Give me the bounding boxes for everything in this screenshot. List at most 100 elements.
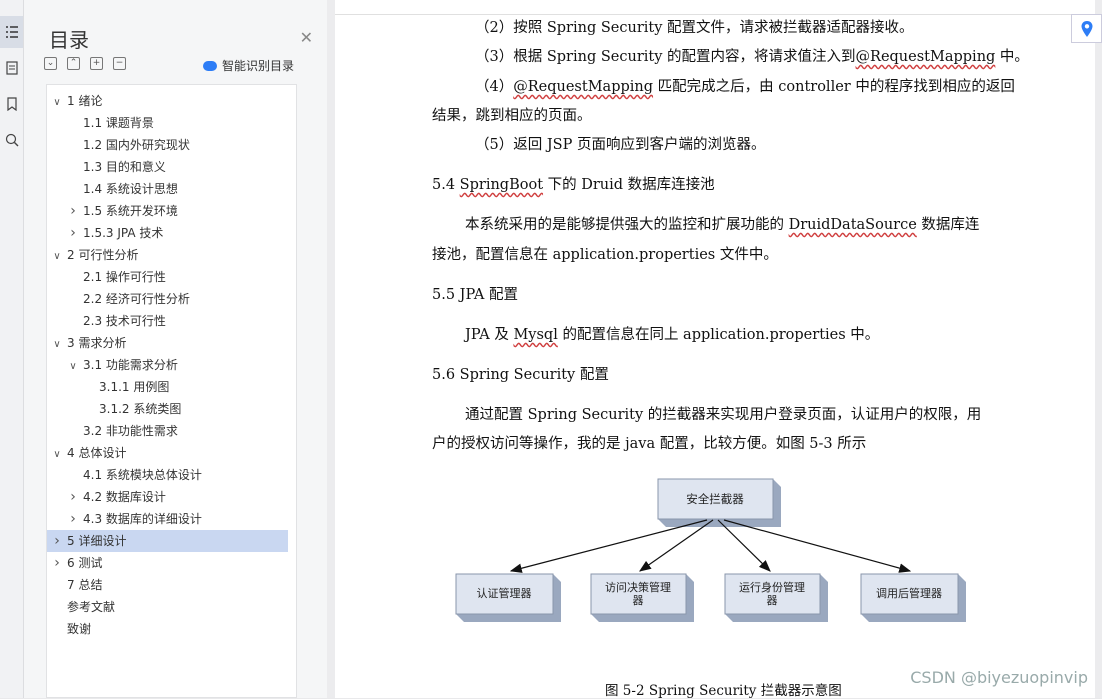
- toc-item-label: 2.3 技术可行性: [83, 314, 166, 328]
- expand-all-icon[interactable]: ⌃: [67, 57, 80, 70]
- toc-item[interactable]: › 5 详细设计: [47, 530, 288, 552]
- location-pin-icon[interactable]: [1071, 14, 1102, 43]
- para-5-4-line2: 接池，配置信息在 application.properties 文件中。: [432, 247, 778, 263]
- diagram-child-node: 运行身份管理器: [724, 573, 828, 622]
- add-heading-icon[interactable]: +: [90, 57, 103, 70]
- diagram-child-node: 访问决策管理器: [590, 573, 694, 622]
- child-node-label-1: 认证管理器: [477, 586, 532, 600]
- toc-item-label: 2.2 经济可行性分析: [83, 292, 190, 306]
- heading-5-5: 5.5 JPA 配置: [432, 287, 518, 303]
- toc-item[interactable]: 4.1 系统模块总体设计: [47, 464, 296, 486]
- toc-item[interactable]: ∨ 2 可行性分析: [47, 244, 296, 266]
- smart-toc-button[interactable]: 智能识别目录: [202, 57, 294, 74]
- toc-item-label: 致谢: [67, 622, 92, 636]
- outline-icon[interactable]: [0, 52, 23, 84]
- toc-item[interactable]: ∨ 1 绪论: [47, 90, 296, 112]
- toc-item[interactable]: 1.4 系统设计思想: [47, 178, 296, 200]
- close-icon[interactable]: ✕: [300, 28, 313, 47]
- chevron-right-icon[interactable]: ›: [67, 200, 79, 222]
- toc-item-label: 2.1 操作可行性: [83, 270, 166, 284]
- toc-item[interactable]: › 1.5 系统开发环境: [47, 200, 296, 222]
- toc-item-label: 3.1.1 用例图: [99, 380, 170, 394]
- toc-item[interactable]: 1.2 国内外研究现状: [47, 134, 296, 156]
- diagram-child-node: 认证管理器: [455, 573, 561, 622]
- toc-item-label: 2 可行性分析: [67, 248, 139, 262]
- toc-item-label: 6 测试: [67, 556, 103, 570]
- para-step-3: （3）根据 Spring Security 的配置内容，将请求值注入到@Requ…: [475, 49, 1029, 65]
- toc-item-label: 7 总结: [67, 578, 103, 592]
- bookmark-icon[interactable]: [0, 88, 23, 120]
- toc-item[interactable]: 3.2 非功能性需求: [47, 420, 296, 442]
- toc-item-label: 4.2 数据库设计: [83, 490, 166, 504]
- heading-5-6: 5.6 Spring Security 配置: [432, 367, 609, 383]
- chevron-right-icon[interactable]: ›: [67, 486, 79, 508]
- para-5-6-line1: 通过配置 Spring Security 的拦截器来实现用户登录页面，认证用户的…: [465, 407, 982, 423]
- toc-item-label: 4.1 系统模块总体设计: [83, 468, 202, 482]
- toc-item-label: 1.5 系统开发环境: [83, 204, 178, 218]
- ai-icon: [202, 60, 217, 71]
- toc-item-label: 5 详细设计: [67, 534, 127, 548]
- para-5-4-line1: 本系统采用的是能够提供强大的监控和扩展功能的 DruidDataSource 数…: [465, 217, 980, 233]
- toc-item-label: 参考文献: [67, 600, 116, 614]
- toc-item[interactable]: 2.3 技术可行性: [47, 310, 296, 332]
- toc-item[interactable]: › 1.5.3 JPA 技术: [47, 222, 296, 244]
- child-node-label-4: 调用后管理器: [876, 586, 942, 600]
- remove-heading-icon[interactable]: −: [113, 57, 126, 70]
- diagram-root-node: 安全拦截器: [657, 478, 781, 527]
- para-5-6-line2: 户的授权访问等操作，我的是 java 配置，比较方便。如图 5-3 所示: [432, 436, 867, 452]
- chevron-down-icon[interactable]: ∨: [51, 246, 63, 268]
- toc-item-label: 3.1.2 系统类图: [99, 402, 182, 416]
- heading-5-4: 5.4 SpringBoot 下的 Druid 数据库连接池: [432, 177, 715, 193]
- toc-item-label: 1.3 目的和意义: [83, 160, 166, 174]
- toc-item-label: 1 绪论: [67, 94, 103, 108]
- toc-item[interactable]: 参考文献: [47, 596, 296, 618]
- chevron-down-icon[interactable]: ∨: [51, 92, 63, 114]
- toc-item[interactable]: ∨ 3.1 功能需求分析: [47, 354, 296, 376]
- toc-item-label: 1.5.3 JPA 技术: [83, 226, 164, 240]
- toc-item-label: 1.2 国内外研究现状: [83, 138, 190, 152]
- root-node-label: 安全拦截器: [686, 492, 744, 506]
- para-5-5: JPA 及 Mysql 的配置信息在同上 application.propert…: [465, 327, 880, 343]
- chevron-down-icon[interactable]: ∨: [51, 334, 63, 356]
- toc-item[interactable]: › 6 测试: [47, 552, 296, 574]
- watermark: CSDN @biyezuopinvip: [910, 668, 1088, 687]
- figure-caption: 图 5-2 Spring Security 拦截器示意图: [605, 683, 842, 699]
- para-step-4: （4）@RequestMapping 匹配完成之后，由 controller 中…: [475, 79, 1015, 95]
- toc-item-label: 3.1 功能需求分析: [83, 358, 178, 372]
- collapse-all-icon[interactable]: ⌄: [44, 57, 57, 70]
- toc-item[interactable]: 2.2 经济可行性分析: [47, 288, 296, 310]
- toc-icon[interactable]: [0, 16, 23, 48]
- toc-item[interactable]: › 4.2 数据库设计: [47, 486, 296, 508]
- document-area: （2）按照 Spring Security 配置文件，请求被拦截器适配器接收。 …: [327, 0, 1102, 699]
- toc-item[interactable]: 3.1.1 用例图: [47, 376, 296, 398]
- diagram-arrows: [509, 519, 912, 573]
- toc-item-label: 1.1 课题背景: [83, 116, 154, 130]
- toc-item[interactable]: 1.1 课题背景: [47, 112, 296, 134]
- toc-item[interactable]: 2.1 操作可行性: [47, 266, 296, 288]
- toc-item-label: 4.3 数据库的详细设计: [83, 512, 202, 526]
- toc-item[interactable]: 3.1.2 系统类图: [47, 398, 296, 420]
- toc-panel: 目录 ✕ ⌄ ⌃ + − 智能识别目录 ∨ 1 绪论 1.1 课题背景 1.2 国内外…: [24, 0, 327, 698]
- toc-item[interactable]: 1.3 目的和意义: [47, 156, 296, 178]
- para-step-4-cont: 结果，跳到相应的页面。: [432, 108, 592, 124]
- toc-item-label: 3 需求分析: [67, 336, 127, 350]
- toc-item[interactable]: › 4.3 数据库的详细设计: [47, 508, 296, 530]
- chevron-right-icon[interactable]: ›: [67, 222, 79, 244]
- toc-title: 目录: [49, 28, 89, 52]
- document-page: （2）按照 Spring Security 配置文件，请求被拦截器适配器接收。 …: [335, 0, 1095, 699]
- chevron-right-icon[interactable]: ›: [51, 530, 63, 552]
- search-icon[interactable]: [0, 124, 23, 156]
- toc-item[interactable]: ∨ 4 总体设计: [47, 442, 296, 464]
- interceptor-diagram: 安全拦截器 认证管理器 访问决策管理器 运行身份管理器 调用后管理器: [455, 478, 966, 622]
- chevron-right-icon[interactable]: ›: [51, 552, 63, 574]
- toc-item[interactable]: 致谢: [47, 618, 296, 640]
- toc-item[interactable]: 7 总结: [47, 574, 296, 596]
- toc-tree: ∨ 1 绪论 1.1 课题背景 1.2 国内外研究现状 1.3 目的和意义 1.4 系统设…: [46, 84, 297, 698]
- chevron-right-icon[interactable]: ›: [67, 508, 79, 530]
- toc-item[interactable]: ∨ 3 需求分析: [47, 332, 296, 354]
- toc-toolbar: ⌄ ⌃ + −: [44, 57, 126, 70]
- chevron-down-icon[interactable]: ∨: [51, 444, 63, 466]
- chevron-down-icon[interactable]: ∨: [67, 356, 79, 378]
- toc-item-label: 1.4 系统设计思想: [83, 182, 178, 196]
- smart-toc-label: 智能识别目录: [221, 59, 294, 73]
